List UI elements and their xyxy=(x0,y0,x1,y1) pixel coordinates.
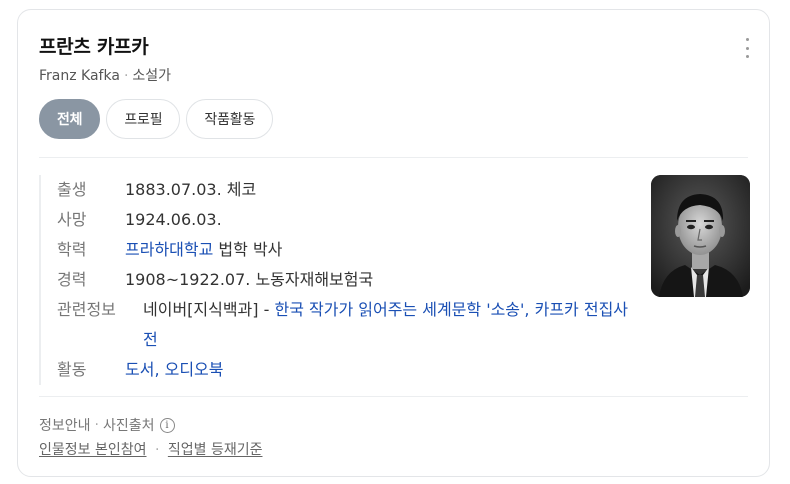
university-link[interactable]: 프라하대학교 xyxy=(125,240,213,259)
footer-info: 정보안내 · 사진출처 i xyxy=(39,415,175,435)
footer-separator: · xyxy=(94,417,99,433)
occupation: 소설가 xyxy=(132,68,172,84)
tab-works[interactable]: 작품활동 xyxy=(186,99,274,139)
info-row-education: 학력 프라하대학교 법학 박사 xyxy=(57,235,639,265)
separator: · xyxy=(123,68,129,84)
subtitle: Franz Kafka · 소설가 xyxy=(39,65,171,85)
career-label: 경력 xyxy=(57,270,87,289)
education-label: 학력 xyxy=(57,240,87,259)
info-row-career: 경력 1908~1922.07. 노동자재해보험국 xyxy=(57,265,639,295)
photo-source-link[interactable]: 사진출처 xyxy=(103,415,155,435)
divider xyxy=(39,396,748,397)
related-source: 네이버[지식백과] xyxy=(143,300,259,319)
footer-separator: · xyxy=(154,442,160,458)
info-icon[interactable]: i xyxy=(159,417,175,433)
info-row-activity: 활동 도서, 오디오북 xyxy=(57,355,639,385)
death-value: 1924.06.03. xyxy=(125,210,222,229)
education-value: 프라하대학교 법학 박사 xyxy=(125,235,639,265)
related-dash: - xyxy=(258,300,275,319)
profile-photo[interactable] xyxy=(651,175,750,297)
person-info-card: 프란츠 카프카 Franz Kafka · 소설가 전체 프로필 작품활동 출생 1… xyxy=(17,9,770,477)
page-title: 프란츠 카프카 xyxy=(39,36,149,58)
info-row-birth: 출생 1883.07.03. 체코 xyxy=(57,175,639,205)
english-name: Franz Kafka xyxy=(39,68,120,84)
info-row-death: 사망 1924.06.03. xyxy=(57,205,639,235)
tab-all[interactable]: 전체 xyxy=(39,99,101,139)
activity-link[interactable]: 도서, 오디오북 xyxy=(125,355,639,385)
degree-text: 법학 박사 xyxy=(213,240,283,259)
info-row-related: 관련정보 네이버[지식백과] - 한국 작가가 읽어주는 세계문학 '소송', … xyxy=(57,295,639,355)
related-value: 네이버[지식백과] - 한국 작가가 읽어주는 세계문학 '소송', 카프카 전… xyxy=(125,295,639,355)
registration-criteria-link[interactable]: 직업별 등재기준 xyxy=(168,442,263,458)
profile-participation-link[interactable]: 인물정보 본인참여 xyxy=(39,442,147,458)
info-guide-link[interactable]: 정보안내 xyxy=(39,415,91,435)
more-options-icon[interactable] xyxy=(741,38,753,58)
info-list: 출생 1883.07.03. 체코 사망 1924.06.03. 학력 프라하대… xyxy=(39,175,639,385)
death-label: 사망 xyxy=(57,210,87,229)
activity-label: 활동 xyxy=(57,360,87,379)
birth-value: 1883.07.03. 체코 xyxy=(125,180,257,199)
footer-links: 인물정보 본인참여 · 직업별 등재기준 xyxy=(39,439,262,459)
career-value: 1908~1922.07. 노동자재해보험국 xyxy=(125,270,374,289)
tab-profile[interactable]: 프로필 xyxy=(106,99,181,139)
tab-bar: 전체 프로필 작품활동 xyxy=(39,99,274,139)
birth-label: 출생 xyxy=(57,180,87,199)
portrait-image xyxy=(651,175,750,297)
divider xyxy=(39,157,748,158)
